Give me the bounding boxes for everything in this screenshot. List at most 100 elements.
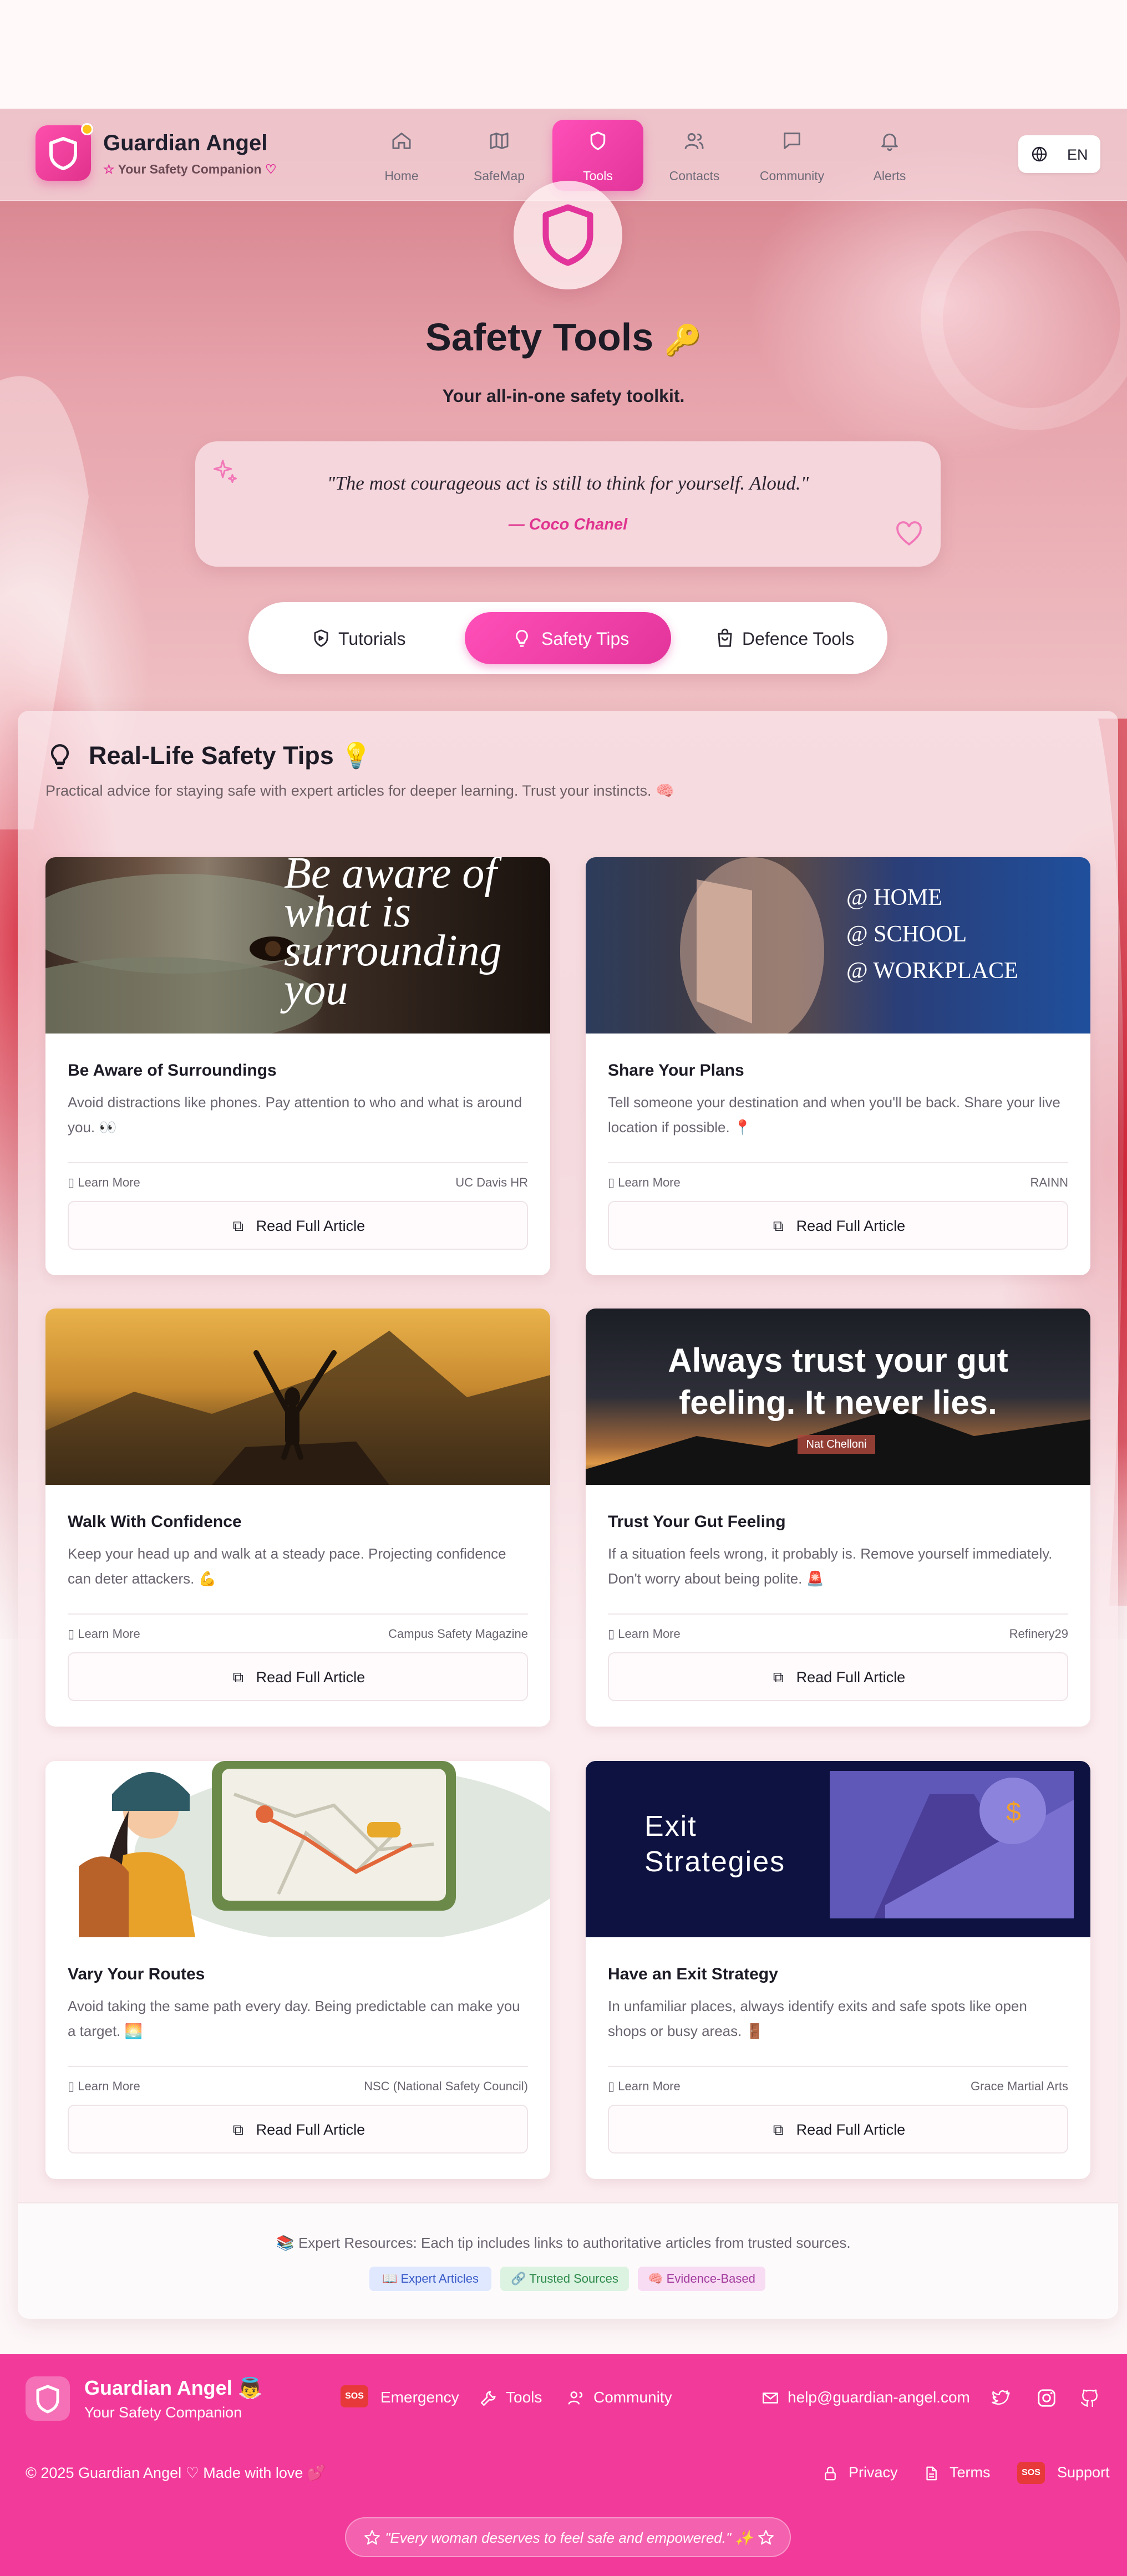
learn-more-link[interactable]: ▯ Learn More: [68, 1175, 140, 1190]
tip-title: Trust Your Gut Feeling: [608, 1513, 786, 1531]
footer-link-privacy[interactable]: Privacy: [849, 2464, 898, 2481]
bag-icon: [718, 628, 732, 647]
footer-link-support[interactable]: Support: [1057, 2464, 1110, 2481]
quote-author: — Coco Chanel: [508, 516, 628, 533]
learn-more-link[interactable]: ▯ Learn More: [608, 2079, 681, 2094]
tip-image-text: @ WORKPLACE: [846, 958, 1018, 984]
book-icon: ▯: [608, 2079, 615, 2093]
read-article-button[interactable]: ⧉ Read Full Article: [608, 2105, 1068, 2154]
nav-home[interactable]: Home: [356, 120, 447, 191]
star-icon: [758, 2530, 774, 2545]
nav-community[interactable]: Community: [747, 120, 837, 191]
divider: [608, 1613, 1068, 1615]
nav-tools[interactable]: Tools: [552, 120, 643, 191]
tip-source: UC Davis HR: [455, 1175, 528, 1189]
users-icon: [684, 133, 704, 149]
nav-alerts[interactable]: Alerts: [844, 120, 935, 191]
users-icon: [568, 2391, 583, 2405]
tip-image: @ HOME @ SCHOOL @ WORKPLACE: [586, 857, 1090, 1034]
read-article-button[interactable]: ⧉ Read Full Article: [68, 1201, 528, 1250]
heart-icon: ♡: [265, 162, 277, 176]
tip-source: Campus Safety Magazine: [388, 1627, 528, 1641]
book-icon: ▯: [68, 1627, 75, 1641]
book-icon: ▯: [608, 1627, 615, 1641]
app-logo[interactable]: [35, 123, 93, 181]
tip-title: Have an Exit Strategy: [608, 1965, 778, 1983]
tip-description: Avoid taking the same path every day. Be…: [68, 1998, 520, 2039]
tip-image: Always trust your gut feeling. It never …: [586, 1309, 1090, 1485]
tip-source: RAINN: [1030, 1175, 1068, 1189]
nav-community-label: Community: [759, 169, 825, 183]
language-code: EN: [1067, 146, 1088, 163]
tip-image: $ Exit Strategies: [586, 1761, 1090, 1937]
app-name: Guardian Angel: [103, 131, 268, 155]
book-icon: ▯: [68, 2079, 75, 2093]
nav-contacts[interactable]: Contacts: [649, 120, 740, 191]
language-selector[interactable]: EN: [1018, 135, 1100, 173]
github-icon[interactable]: [1079, 2387, 1100, 2409]
tip-image-text: Strategies: [644, 1846, 786, 1878]
app-tagline: ☆ Your Safety Companion ♡: [103, 162, 277, 176]
learn-more-link[interactable]: ▯ Learn More: [68, 2079, 140, 2094]
tip-description: Tell someone your destination and when y…: [608, 1094, 1060, 1136]
nav-safemap[interactable]: SafeMap: [454, 120, 545, 191]
divider: [608, 1162, 1068, 1163]
tip-image-text: feeling. It never lies.: [679, 1384, 997, 1421]
tip-description: If a situation feels wrong, it probably …: [608, 1545, 1053, 1587]
divider: [68, 1162, 528, 1163]
learn-more-link[interactable]: ▯ Learn More: [608, 1627, 681, 1641]
read-article-button[interactable]: ⧉ Read Full Article: [608, 1201, 1068, 1250]
tip-card: Walk With Confidence Keep your head up a…: [45, 1309, 550, 1727]
footer-email[interactable]: help@guardian-angel.com: [788, 2389, 970, 2406]
resources-text: 📚 Expert Resources: Each tip includes li…: [276, 2234, 851, 2251]
tip-image-text: surrounding: [284, 926, 502, 975]
heart-icon[interactable]: [895, 521, 923, 547]
footer-copyright: © 2025 Guardian Angel ♡ Made with love 💕: [26, 2465, 326, 2481]
tip-description: In unfamiliar places, always identify ex…: [608, 1998, 1027, 2039]
twitter-icon[interactable]: [991, 2387, 1012, 2409]
wrench-icon: [480, 2391, 496, 2406]
footer-link-tools[interactable]: Tools: [506, 2389, 542, 2406]
home-icon: [392, 133, 411, 149]
tip-card: @ HOME @ SCHOOL @ WORKPLACE Share Your P…: [586, 857, 1090, 1275]
footer-brand: Guardian Angel 👼: [84, 2376, 263, 2399]
key-icon: 🔑: [664, 324, 702, 357]
tip-image-text: what is: [284, 888, 411, 936]
tab-defence-tools-label: Defence Tools: [742, 629, 855, 649]
nav-alerts-label: Alerts: [873, 169, 906, 183]
external-link-icon: ⧉: [773, 2121, 784, 2138]
lightbulb-icon: [50, 744, 69, 770]
learn-more-link[interactable]: ▯ Learn More: [68, 1627, 140, 1641]
tip-image-text: Exit: [644, 1810, 697, 1842]
notification-dot: [81, 123, 93, 135]
tip-image-text: you: [284, 965, 348, 1014]
star-icon: ☆: [103, 162, 115, 176]
tab-safety-tips[interactable]: Safety Tips: [465, 612, 671, 664]
tab-tutorials[interactable]: Tutorials: [299, 612, 410, 664]
globe-icon: [1032, 146, 1047, 162]
badge-expert-articles: 📖 Expert Articles: [369, 2267, 491, 2291]
instagram-icon[interactable]: [1036, 2387, 1057, 2409]
read-article-button[interactable]: ⧉ Read Full Article: [68, 2105, 528, 2154]
badge-evidence-based: 🧠 Evidence-Based: [638, 2267, 765, 2291]
footer-link-emergency[interactable]: Emergency: [380, 2389, 459, 2406]
footer-logo[interactable]: [26, 2376, 70, 2421]
lock-icon: [825, 2466, 836, 2481]
tab-defence-tools[interactable]: Defence Tools: [703, 612, 864, 664]
tip-title: Be Aware of Surroundings: [68, 1061, 277, 1080]
read-article-button[interactable]: ⧉ Read Full Article: [608, 1652, 1068, 1701]
tools-tabs: Tutorials Safety Tips Defence Tools: [248, 602, 887, 674]
document-icon: [926, 2466, 937, 2481]
footer-link-community[interactable]: Community: [593, 2389, 672, 2406]
footer-quote-text: "Every woman deserves to feel safe and e…: [385, 2529, 753, 2546]
divider: [68, 2066, 528, 2067]
tip-card: Always trust your gut feeling. It never …: [586, 1309, 1090, 1727]
top-blank-area: [0, 0, 1127, 109]
external-link-icon: ⧉: [232, 1218, 244, 1234]
tip-image-text: Always trust your gut: [668, 1342, 1008, 1379]
tip-image-text: @ HOME: [846, 885, 942, 910]
read-article-button[interactable]: ⧉ Read Full Article: [68, 1652, 528, 1701]
learn-more-link[interactable]: ▯ Learn More: [608, 1175, 681, 1190]
footer-link-terms[interactable]: Terms: [950, 2464, 991, 2481]
section-title: Real-Life Safety Tips 💡: [89, 741, 372, 770]
